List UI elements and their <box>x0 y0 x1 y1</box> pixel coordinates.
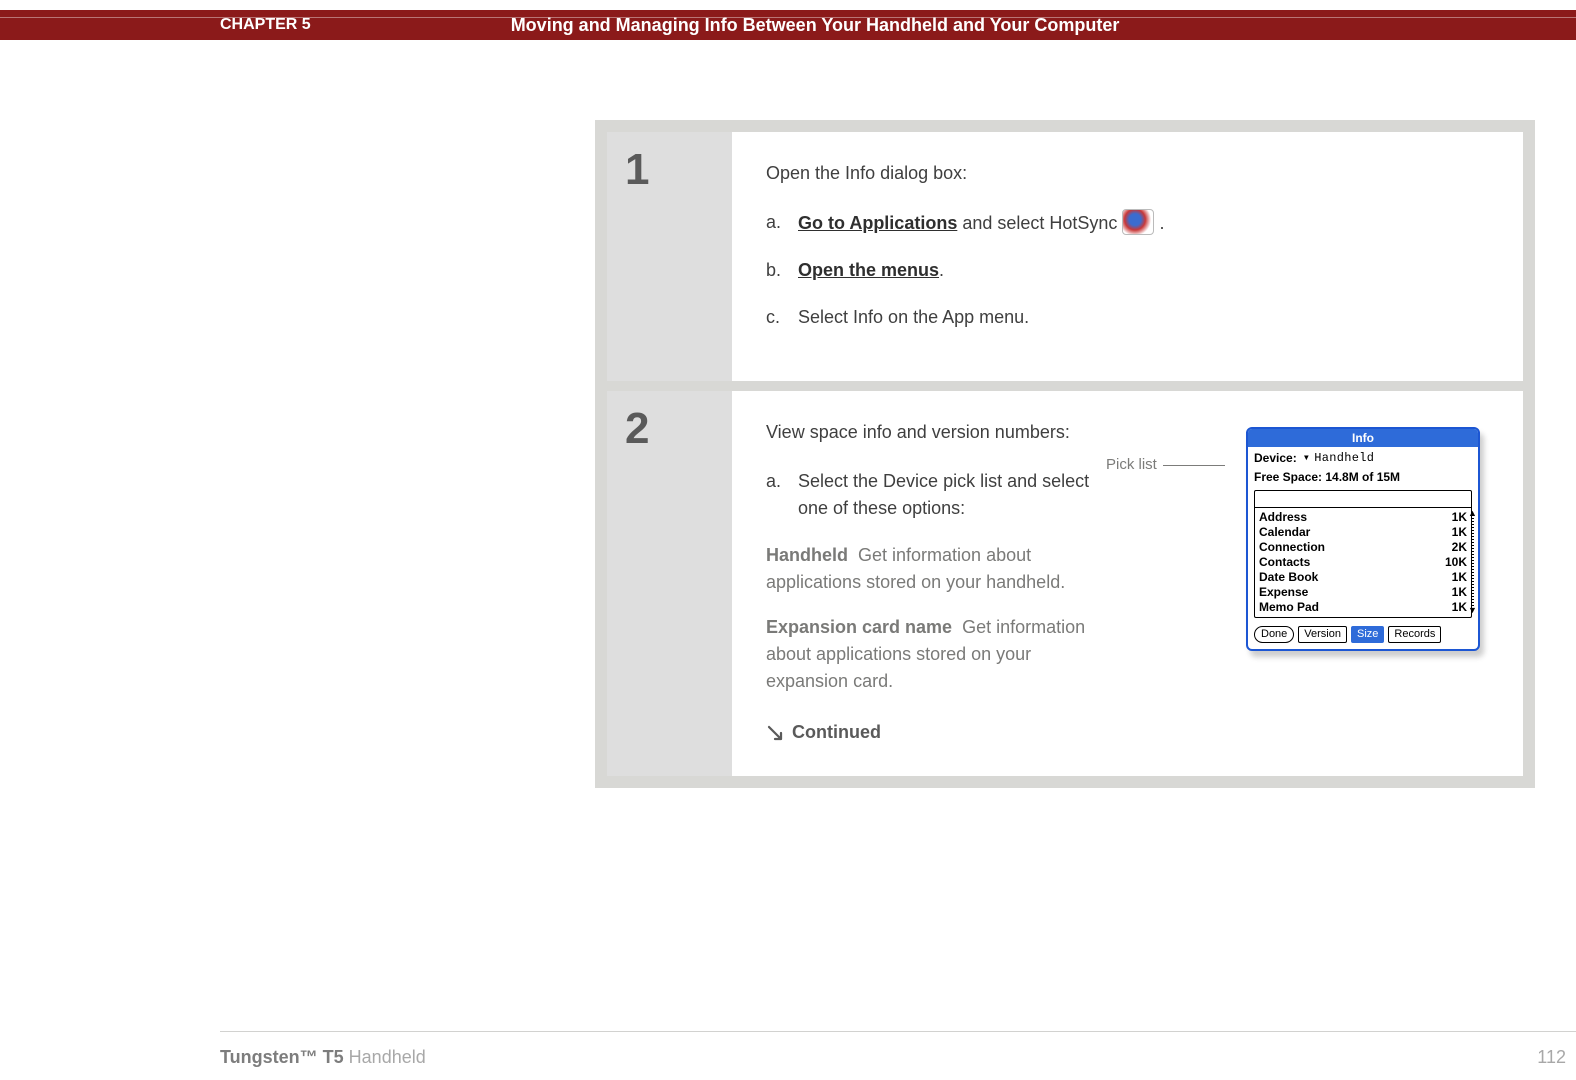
info-dialog-title: Info <box>1248 429 1478 447</box>
app-name: Calendar <box>1259 525 1310 540</box>
option-handheld: HandheldGet information about applicatio… <box>766 542 1096 596</box>
app-name: Expense <box>1259 585 1308 600</box>
list-item[interactable]: Contacts 10K <box>1257 555 1469 570</box>
step-2-text: View space info and version numbers: Sel… <box>766 419 1096 746</box>
step-1: 1 Open the Info dialog box: Go to Applic… <box>607 132 1523 381</box>
records-tab[interactable]: Records <box>1388 626 1441 643</box>
free-space-label: Free Space: 14.8M of 15M <box>1248 468 1478 490</box>
scrollbar[interactable]: ▲ ▼ <box>1470 509 1475 615</box>
picklist-callout-label: Pick list <box>1106 454 1157 477</box>
chapter-title: Moving and Managing Info Between Your Ha… <box>511 15 1120 36</box>
device-label: Device: <box>1254 449 1297 467</box>
version-tab[interactable]: Version <box>1298 626 1347 643</box>
app-size: 10K <box>1445 555 1467 570</box>
list-item[interactable]: Connection 2K <box>1257 540 1469 555</box>
steps-panel: 1 Open the Info dialog box: Go to Applic… <box>595 120 1535 788</box>
step-1-b: Open the menus. <box>766 257 1489 284</box>
list-item[interactable]: Memo Pad 1K <box>1257 600 1469 615</box>
step-1-sublist: Go to Applications and select HotSync . … <box>766 209 1489 331</box>
size-tab[interactable]: Size <box>1351 626 1384 643</box>
step-1-a: Go to Applications and select HotSync . <box>766 209 1489 237</box>
list-item[interactable]: Expense 1K <box>1257 585 1469 600</box>
scroll-down-icon[interactable]: ▼ <box>1468 606 1477 615</box>
app-name: Date Book <box>1259 570 1318 585</box>
continued-arrow-icon <box>766 724 784 742</box>
product-name-bold: Tungsten™ T5 <box>220 1047 344 1067</box>
scroll-up-icon[interactable]: ▲ <box>1468 509 1477 518</box>
chevron-down-icon: ▾ <box>1303 449 1311 467</box>
page-number: 112 <box>1537 1047 1566 1068</box>
continued-indicator: Continued <box>766 719 1096 746</box>
app-list-items: Address 1K Calendar 1K Connection 2K <box>1255 508 1471 617</box>
picklist-callout: Pick list <box>1106 454 1231 477</box>
device-picklist-row: Device: ▾ Handheld <box>1248 447 1478 468</box>
step-2-sublist: Select the Device pick list and select o… <box>766 468 1096 522</box>
step-1-c: Select Info on the App menu. <box>766 304 1489 331</box>
list-item[interactable]: Date Book 1K <box>1257 570 1469 585</box>
step-1-number-col: 1 <box>607 132 732 381</box>
app-size: 2K <box>1452 540 1467 555</box>
step-2-intro: View space info and version numbers: <box>766 419 1096 446</box>
list-item[interactable]: Address 1K <box>1257 510 1469 525</box>
product-name-rest: Handheld <box>344 1047 426 1067</box>
step-1-body: Open the Info dialog box: Go to Applicat… <box>732 132 1523 381</box>
link-open-the-menus[interactable]: Open the menus <box>798 260 939 280</box>
step-2-figure: Pick list Info Device: ▾ Handheld <box>1126 419 1489 746</box>
continued-label: Continued <box>792 719 881 746</box>
hotsync-icon <box>1122 209 1154 235</box>
step-1-intro: Open the Info dialog box: <box>766 160 1489 187</box>
step-2-number: 2 <box>625 407 714 451</box>
picklist-callout-leader <box>1163 465 1225 466</box>
page-footer: Tungsten™ T5 Handheld 112 <box>220 1047 1566 1068</box>
app-name: Contacts <box>1259 555 1310 570</box>
step-1-a-rest: and select HotSync <box>957 213 1122 233</box>
app-size: 1K <box>1452 570 1467 585</box>
step-1-b-period: . <box>939 260 944 280</box>
option-handheld-name: Handheld <box>766 545 848 565</box>
app-size: 1K <box>1452 525 1467 540</box>
chapter-label: CHAPTER 5 <box>220 16 311 34</box>
step-2-body: View space info and version numbers: Sel… <box>732 391 1523 776</box>
app-list-search[interactable] <box>1255 491 1471 508</box>
option-expansion-name: Expansion card name <box>766 617 952 637</box>
app-name: Memo Pad <box>1259 600 1319 615</box>
step-1-number: 1 <box>625 148 714 192</box>
info-dialog-buttons: Done Version Size Records <box>1248 622 1478 649</box>
step-1-a-period: . <box>1159 213 1164 233</box>
product-name: Tungsten™ T5 Handheld <box>220 1047 426 1068</box>
footer-rule <box>220 1031 1576 1032</box>
device-picklist[interactable]: ▾ Handheld <box>1303 449 1375 467</box>
chapter-header: CHAPTER 5 Moving and Managing Info Betwe… <box>0 10 1576 40</box>
step-2-a: Select the Device pick list and select o… <box>766 468 1096 522</box>
link-go-to-applications[interactable]: Go to Applications <box>798 213 957 233</box>
step-2: 2 View space info and version numbers: S… <box>607 391 1523 776</box>
app-size: 1K <box>1452 585 1467 600</box>
app-size: 1K <box>1452 600 1467 615</box>
device-picklist-value: Handheld <box>1314 449 1374 467</box>
done-button[interactable]: Done <box>1254 626 1294 643</box>
app-size: 1K <box>1452 510 1467 525</box>
list-item[interactable]: Calendar 1K <box>1257 525 1469 540</box>
step-2-number-col: 2 <box>607 391 732 776</box>
app-name: Address <box>1259 510 1307 525</box>
info-dialog: Info Device: ▾ Handheld Free Space: 14.8… <box>1246 427 1480 651</box>
option-expansion-card: Expansion card nameGet information about… <box>766 614 1096 695</box>
app-list-frame: Address 1K Calendar 1K Connection 2K <box>1254 490 1472 618</box>
scroll-rail[interactable] <box>1471 518 1474 606</box>
app-name: Connection <box>1259 540 1325 555</box>
